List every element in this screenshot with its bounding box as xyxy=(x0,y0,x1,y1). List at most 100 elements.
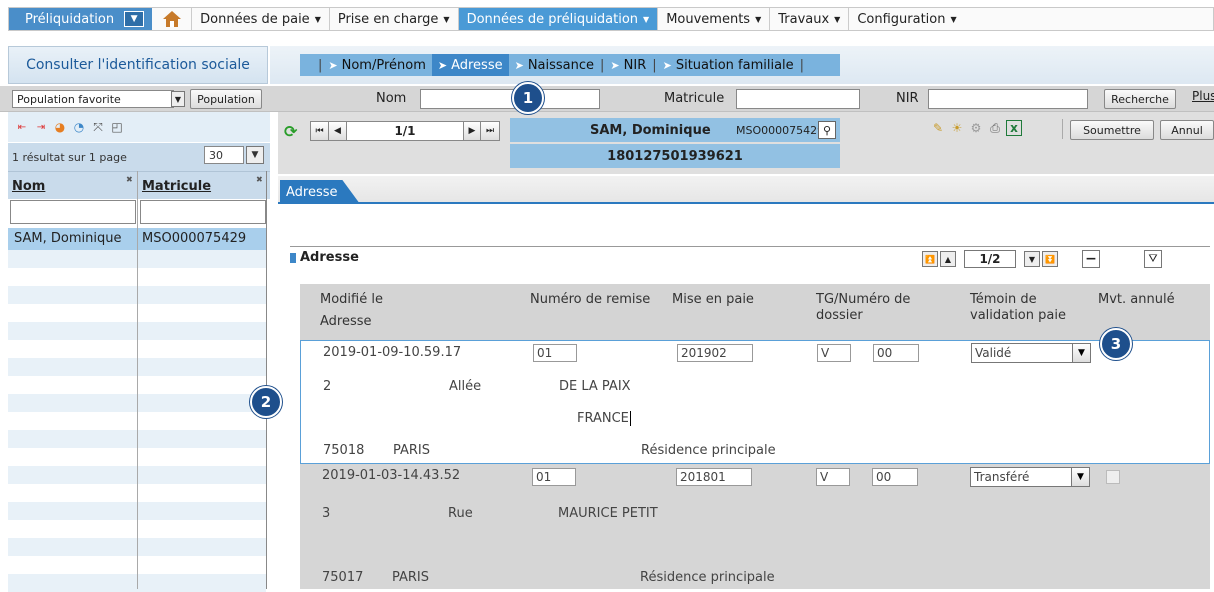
section-header: Adresse xyxy=(290,250,359,265)
subtab-bar: | ➤ Nom/Prénom ➤ Adresse ➤ Naissance | ➤ NIR… xyxy=(300,54,840,76)
next-record-icon[interactable]: ▼ xyxy=(1024,251,1040,267)
menu-travaux[interactable]: Travaux ▼ xyxy=(770,8,850,30)
nir-input[interactable] xyxy=(928,89,1088,109)
search-icon[interactable]: ⚲ xyxy=(818,121,836,139)
caret-down-icon: ▼ xyxy=(755,14,762,24)
prev-record-icon[interactable]: ▲ xyxy=(940,251,956,267)
nom-input[interactable] xyxy=(420,89,600,109)
first-page-icon[interactable]: ⏮ xyxy=(311,122,329,140)
chevron-down-icon[interactable]: ▼ xyxy=(171,91,185,107)
tab-naissance[interactable]: ➤ Naissance xyxy=(509,54,600,76)
last-icon[interactable]: ⇥ xyxy=(33,119,49,135)
mvt-annule-checkbox[interactable] xyxy=(1106,470,1120,484)
column-matricule[interactable]: Matricule xyxy=(138,172,268,200)
page-size-select[interactable]: 30 xyxy=(204,146,244,164)
matricule-filter-input[interactable] xyxy=(140,200,266,224)
menu-donnees-de-paie[interactable]: Données de paie ▼ xyxy=(192,8,330,30)
sort-icon[interactable]: ✖ xyxy=(256,175,263,184)
row-date: 2019-01-03-14.43.52 xyxy=(322,468,461,483)
temoin-select[interactable]: Transféré ▼ xyxy=(970,467,1090,487)
nom-label: Nom xyxy=(376,91,407,106)
tab-nir[interactable]: ➤ NIR xyxy=(604,54,652,76)
address-residence: Résidence principale xyxy=(641,443,776,458)
collapse-icon[interactable]: − xyxy=(1082,250,1100,268)
panel-divider xyxy=(266,171,267,589)
tg-input[interactable]: V xyxy=(817,344,851,362)
chevron-down-icon[interactable]: ▼ xyxy=(1072,344,1090,362)
record-identity: SAM, Dominique MSO000075429 ⚲ xyxy=(510,118,840,142)
submit-button[interactable]: Soumettre xyxy=(1070,120,1154,140)
first-icon[interactable]: ⇤ xyxy=(14,119,30,135)
last-record-icon[interactable]: ⏬ xyxy=(1042,251,1058,267)
column-divider xyxy=(137,171,138,589)
menu-mouvements[interactable]: Mouvements ▼ xyxy=(658,8,771,30)
remise-input[interactable]: 01 xyxy=(533,344,577,362)
tab-situation-familiale[interactable]: ➤ Situation familiale xyxy=(657,54,800,76)
column-nom[interactable]: Nom xyxy=(8,172,138,200)
address-type: Rue xyxy=(448,506,473,521)
excel-icon[interactable]: x xyxy=(1006,120,1022,136)
cancel-button[interactable]: Annul xyxy=(1160,120,1214,140)
chevron-down-icon[interactable]: ▼ xyxy=(1071,468,1089,486)
arrow-icon: ➤ xyxy=(437,58,448,72)
gears-icon[interactable]: ⚙ xyxy=(968,120,984,136)
population-select[interactable]: Population favorite ▼ xyxy=(12,90,185,108)
last-page-icon[interactable]: ⏭ xyxy=(481,122,499,140)
nom-filter-input[interactable] xyxy=(10,200,136,224)
nir-label: NIR xyxy=(896,91,919,106)
prev-page-icon[interactable]: ◀ xyxy=(329,122,347,140)
header-mvt-annule: Mvt. annulé xyxy=(1098,292,1175,307)
address-country[interactable]: FRANCE xyxy=(577,411,631,426)
population-button[interactable]: Population xyxy=(190,89,262,109)
address-postcode: 75018 xyxy=(323,443,365,458)
list-item-nom: SAM, Dominique xyxy=(14,231,122,246)
table-row[interactable]: 2019-01-03-14.43.52 01 201801 V 00 Trans… xyxy=(300,464,1210,589)
tg-input[interactable]: V xyxy=(816,468,850,486)
app-menu[interactable]: Préliquidation ▼ xyxy=(9,8,153,30)
expand-icon[interactable]: ⤧ xyxy=(90,119,106,135)
toolbar-divider xyxy=(1062,119,1063,139)
callout-badge: 2 xyxy=(250,386,282,418)
menu-label: Travaux xyxy=(778,11,830,27)
tab-adresse[interactable]: ➤ Adresse xyxy=(431,54,509,76)
dossier-input[interactable]: 00 xyxy=(873,344,919,362)
tab-nom-prenom[interactable]: ➤ Nom/Prénom xyxy=(322,54,431,76)
lightbulb-icon[interactable]: ☀ xyxy=(949,120,965,136)
mise-en-paie-input[interactable]: 201801 xyxy=(676,468,752,486)
menu-donnees-de-preliquidation[interactable]: Données de préliquidation ▼ xyxy=(458,8,659,30)
chevron-down-icon[interactable]: ▼ xyxy=(124,11,145,27)
home-icon[interactable] xyxy=(152,8,193,30)
left-panel-title: Consulter l'identification sociale xyxy=(8,46,268,84)
refresh-icon[interactable]: ⟳ xyxy=(284,122,297,141)
table-row[interactable]: 2019-01-09-10.59.17 01 201902 V 00 Valid… xyxy=(300,340,1210,464)
callout-badge: 3 xyxy=(1100,328,1132,360)
column-label: Nom xyxy=(12,178,46,194)
wand-icon[interactable]: ✎ xyxy=(930,120,946,136)
menu-configuration[interactable]: Configuration ▼ xyxy=(849,8,964,30)
address-residence: Résidence principale xyxy=(640,570,775,585)
chevron-down-icon[interactable]: ▼ xyxy=(246,146,264,164)
first-record-icon[interactable]: ⏫ xyxy=(922,251,938,267)
pie-chart-icon[interactable]: ◕ xyxy=(52,119,68,135)
menu-prise-en-charge[interactable]: Prise en charge ▼ xyxy=(330,8,459,30)
search-button[interactable]: Recherche xyxy=(1104,89,1176,109)
filter-icon[interactable]: ⛛ xyxy=(1144,250,1162,268)
address-number: 3 xyxy=(322,506,331,521)
dossier-input[interactable]: 00 xyxy=(872,468,918,486)
temoin-select[interactable]: Validé ▼ xyxy=(971,343,1091,363)
temoin-value: Validé xyxy=(975,346,1012,360)
matricule-input[interactable] xyxy=(736,89,860,109)
tab-label: NIR xyxy=(623,57,647,73)
tab-label: Naissance xyxy=(527,57,595,73)
mise-en-paie-input[interactable]: 201902 xyxy=(677,344,753,362)
remise-input[interactable]: 01 xyxy=(532,468,576,486)
menu-label: Données de paie xyxy=(200,11,310,27)
main-menu: Préliquidation ▼ Données de paie ▼ Prise … xyxy=(8,7,1214,31)
header-validation-paie: validation paie xyxy=(970,308,1066,323)
plus-link[interactable]: Plus xyxy=(1192,89,1214,103)
next-page-icon[interactable]: ▶ xyxy=(463,122,481,140)
pie-chart-alt-icon[interactable]: ◔ xyxy=(71,119,87,135)
sort-icon[interactable]: ✖ xyxy=(126,175,133,184)
print-icon[interactable]: ⎙ xyxy=(987,120,1003,136)
export-icon[interactable]: ◰ xyxy=(109,119,125,135)
